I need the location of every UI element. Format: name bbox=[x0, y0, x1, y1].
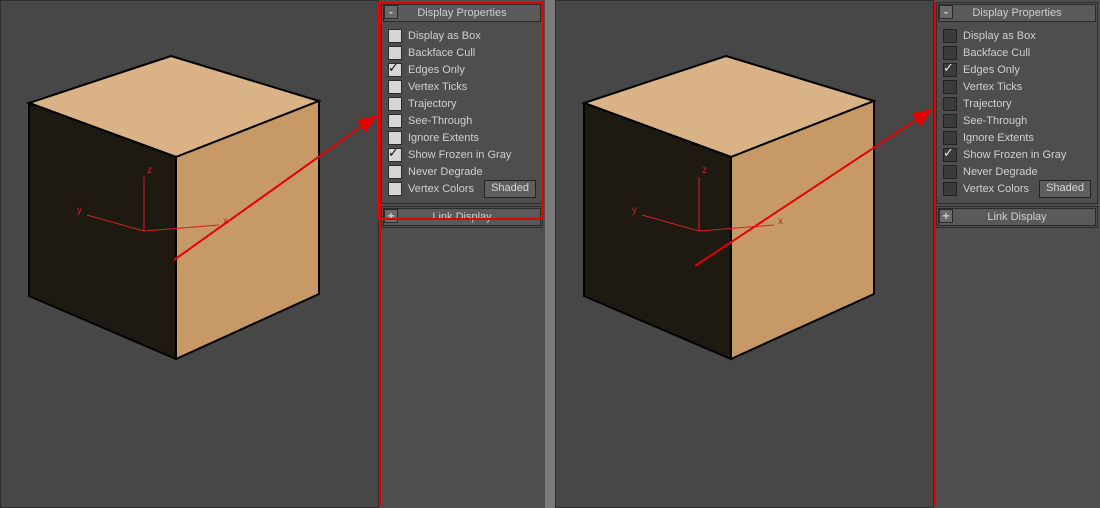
left-variant: x y z - Display Properties Display as Bo… bbox=[0, 0, 545, 508]
shaded-button[interactable]: Shaded bbox=[1039, 180, 1091, 198]
checkbox-vertex-colors[interactable]: Vertex ColorsShaded bbox=[943, 180, 1091, 197]
checkbox-trajectory[interactable]: Trajectory bbox=[943, 95, 1091, 112]
rollout-link-display: + Link Display bbox=[381, 206, 543, 228]
cube-right[interactable]: x y z bbox=[574, 47, 914, 387]
rollout-header-display-properties[interactable]: - Display Properties bbox=[383, 4, 541, 22]
checkbox-ignore-extents[interactable]: Ignore Extents bbox=[943, 129, 1091, 146]
rollout-title: Display Properties bbox=[417, 7, 506, 19]
checkbox-edges-only[interactable]: ✓Edges Only bbox=[943, 61, 1091, 78]
cube-left[interactable]: x y z bbox=[19, 47, 359, 387]
rollout-display-properties: - Display Properties Display as Box Back… bbox=[936, 2, 1098, 204]
shaded-button[interactable]: Shaded bbox=[484, 180, 536, 198]
checkbox-display-as-box[interactable]: Display as Box bbox=[388, 27, 536, 44]
rollout-header-display-properties[interactable]: - Display Properties bbox=[938, 4, 1096, 22]
viewport-left[interactable]: x y z bbox=[0, 0, 379, 508]
rollout-title: Link Display bbox=[432, 211, 491, 223]
checkbox-trajectory[interactable]: Trajectory bbox=[388, 95, 536, 112]
checkbox-backface-cull[interactable]: Backface Cull bbox=[943, 44, 1091, 61]
checkbox-display-as-box[interactable]: Display as Box bbox=[943, 27, 1091, 44]
axis-x-label: x bbox=[778, 216, 783, 227]
comparison-stage: x y z - Display Properties Display as Bo… bbox=[0, 0, 1100, 508]
checkbox-edges-only[interactable]: ✓Edges Only bbox=[388, 61, 536, 78]
checkbox-vertex-ticks[interactable]: Vertex Ticks bbox=[388, 78, 536, 95]
collapse-button[interactable]: - bbox=[939, 5, 953, 19]
axis-y-label: y bbox=[632, 205, 637, 216]
rollout-link-display: + Link Display bbox=[936, 206, 1098, 228]
axis-y-label: y bbox=[77, 205, 82, 216]
checkbox-vertex-ticks[interactable]: Vertex Ticks bbox=[943, 78, 1091, 95]
rollout-display-properties: - Display Properties Display as Box Back… bbox=[381, 2, 543, 204]
side-panel-right: - Display Properties Display as Box Back… bbox=[934, 0, 1100, 508]
rollout-title: Display Properties bbox=[972, 7, 1061, 19]
expand-button[interactable]: + bbox=[939, 209, 953, 223]
checkbox-backface-cull[interactable]: Backface Cull bbox=[388, 44, 536, 61]
side-panel-left: - Display Properties Display as Box Back… bbox=[379, 0, 545, 508]
viewport-right[interactable]: x y z bbox=[555, 0, 934, 508]
axis-z-label: z bbox=[147, 165, 152, 176]
rollout-title: Link Display bbox=[987, 211, 1046, 223]
rollout-body-display-properties: Display as Box Backface Cull ✓Edges Only… bbox=[937, 23, 1097, 203]
checkbox-show-frozen-gray[interactable]: ✓Show Frozen in Gray bbox=[943, 146, 1091, 163]
axis-z-label: z bbox=[702, 165, 707, 176]
checkbox-vertex-colors[interactable]: Vertex ColorsShaded bbox=[388, 180, 536, 197]
axis-x-label: x bbox=[223, 216, 228, 227]
checkbox-see-through[interactable]: See-Through bbox=[388, 112, 536, 129]
collapse-button[interactable]: - bbox=[384, 5, 398, 19]
checkbox-see-through[interactable]: See-Through bbox=[943, 112, 1091, 129]
checkbox-show-frozen-gray[interactable]: ✓Show Frozen in Gray bbox=[388, 146, 536, 163]
rollout-header-link-display[interactable]: + Link Display bbox=[383, 208, 541, 226]
checkbox-never-degrade[interactable]: Never Degrade bbox=[943, 163, 1091, 180]
checkbox-never-degrade[interactable]: Never Degrade bbox=[388, 163, 536, 180]
checkbox-ignore-extents[interactable]: Ignore Extents bbox=[388, 129, 536, 146]
expand-button[interactable]: + bbox=[384, 209, 398, 223]
right-variant: x y z - Display Properties Display as Bo… bbox=[555, 0, 1100, 508]
rollout-body-display-properties: Display as Box Backface Cull ✓Edges Only… bbox=[382, 23, 542, 203]
rollout-header-link-display[interactable]: + Link Display bbox=[938, 208, 1096, 226]
